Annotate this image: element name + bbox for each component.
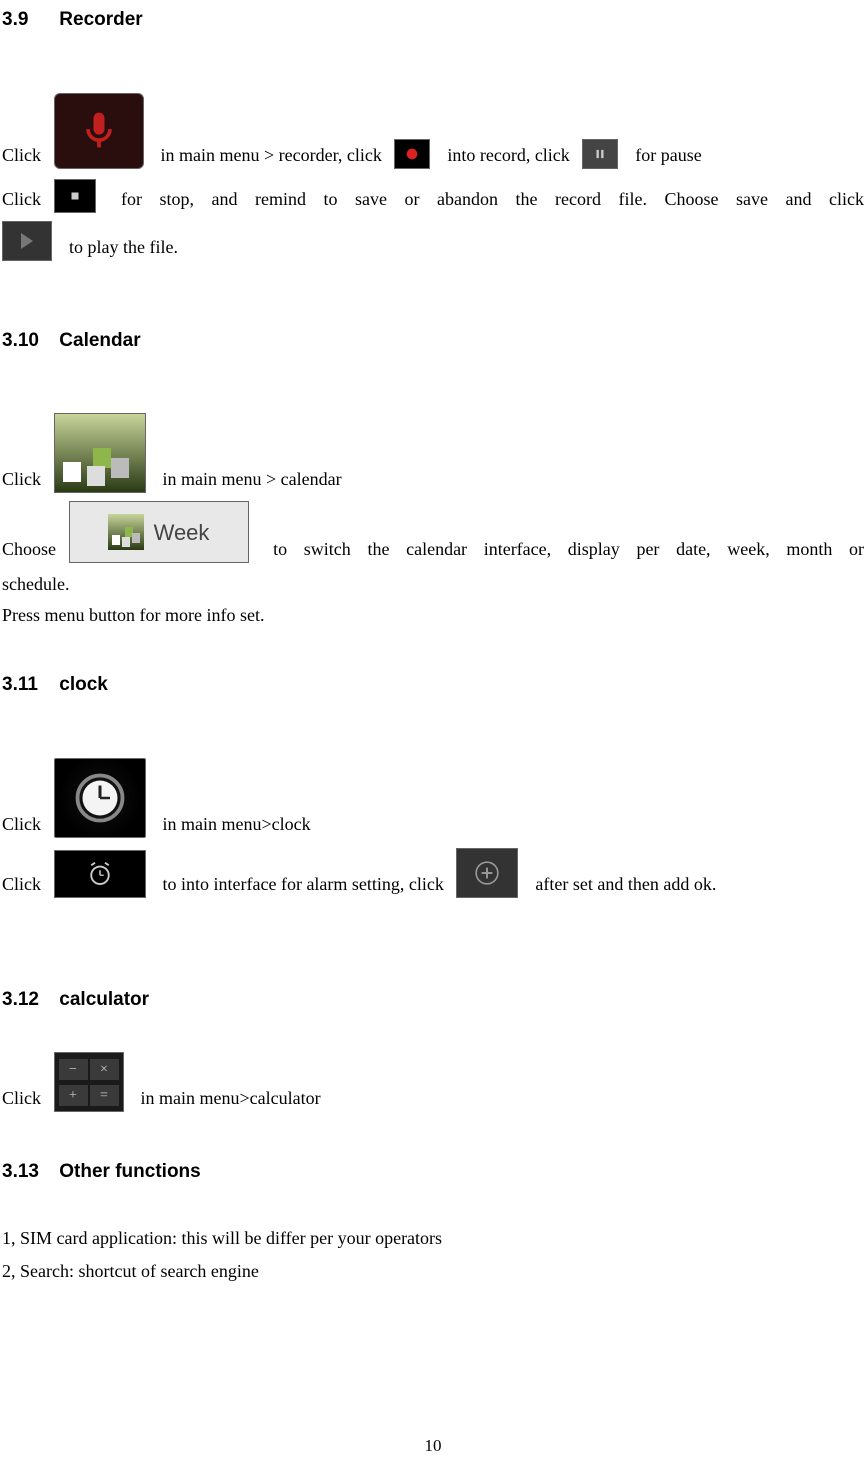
other-line-2: 2, Search: shortcut of search engine — [2, 1258, 864, 1285]
stop-icon — [54, 179, 96, 213]
page-number: 10 — [0, 1433, 866, 1459]
clock-line-1: Click in main menu>clock — [2, 758, 864, 838]
heading-3-11: 3.11 clock — [2, 671, 864, 700]
calendar-app-icon — [54, 413, 146, 493]
clock-line-2: Click to into interface for alarm settin… — [2, 848, 864, 898]
play-icon — [2, 221, 52, 261]
calendar-line-3: schedule. — [2, 571, 864, 598]
heading-3-10: 3.10 Calendar — [2, 327, 864, 356]
heading-3-13: 3.13 Other functions — [2, 1158, 864, 1187]
calendar-line-2: Choose Week to switch the calendar inter… — [2, 501, 864, 563]
calculator-line-1: Click −×+= in main menu>calculator — [2, 1052, 864, 1112]
recorder-line-3: to play the file. — [2, 221, 864, 261]
alarm-icon — [54, 850, 146, 898]
week-button-icon: Week — [69, 501, 249, 563]
other-line-1: 1, SIM card application: this will be di… — [2, 1225, 864, 1252]
heading-3-12: 3.12 calculator — [2, 986, 864, 1015]
plus-icon — [456, 848, 518, 898]
heading-3-9: 3.9 Recorder — [2, 6, 864, 35]
record-icon — [394, 139, 430, 169]
recorder-line-1: Click in main menu > recorder, click int… — [2, 93, 864, 169]
clock-app-icon — [54, 758, 146, 838]
recorder-line-2: Click for stop, and remind to save or ab… — [2, 179, 864, 213]
calculator-app-icon: −×+= — [54, 1052, 124, 1112]
pause-icon — [582, 139, 618, 169]
calendar-line-1: Click in main menu > calendar — [2, 413, 864, 493]
recorder-app-icon — [54, 93, 144, 169]
calendar-line-4: Press menu button for more info set. — [2, 602, 864, 629]
